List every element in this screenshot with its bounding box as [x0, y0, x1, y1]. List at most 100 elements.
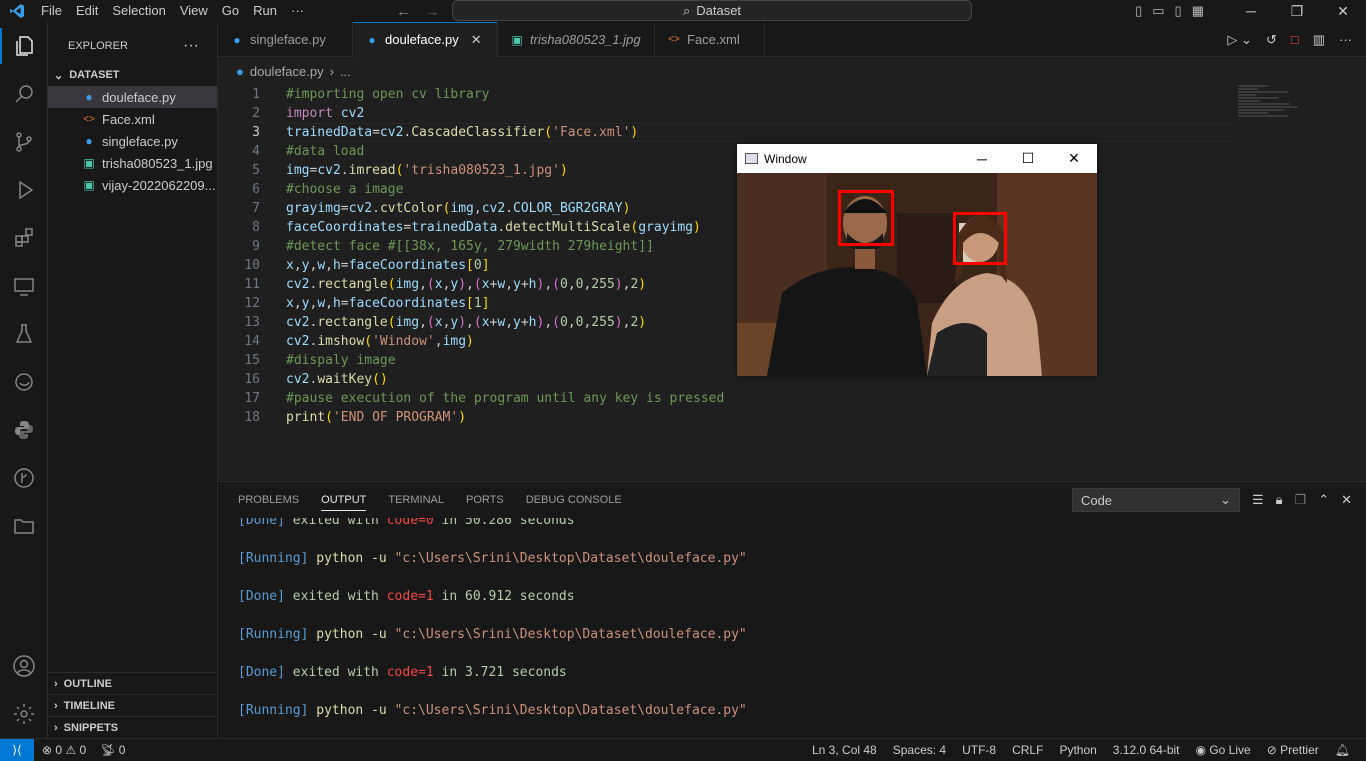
- editor-tab[interactable]: ▣ trisha080523_1.jpg: [498, 22, 655, 57]
- editor-tab[interactable]: ● douleface.py ✕: [353, 22, 498, 57]
- clear-output-icon[interactable]: ☰: [1252, 492, 1264, 508]
- output-path: "c:\Users\Srini\Desktop\Dataset\doulefac…: [394, 627, 747, 642]
- explorer-icon[interactable]: [0, 22, 48, 70]
- file-item[interactable]: ▣ trisha080523_1.jpg: [48, 152, 217, 174]
- menu-item-run[interactable]: Run: [246, 3, 284, 18]
- remote-explorer-icon[interactable]: [0, 262, 48, 310]
- edge-icon[interactable]: [0, 358, 48, 406]
- end-of-line[interactable]: CRLF: [1012, 743, 1043, 757]
- tab-label: singleface.py: [250, 32, 326, 47]
- git-graph-icon[interactable]: [0, 454, 48, 502]
- more-actions-icon[interactable]: ···: [1339, 32, 1352, 47]
- remote-indicator-icon[interactable]: ⟩⟨: [0, 739, 34, 761]
- breadcrumb-symbols[interactable]: ...: [340, 64, 351, 79]
- opencv-window-titlebar[interactable]: Window ─ ☐ ✕: [737, 144, 1097, 173]
- breadcrumb-file[interactable]: douleface.py: [250, 64, 324, 79]
- menu-item-more[interactable]: ···: [284, 3, 311, 18]
- split-editor-icon[interactable]: ▥: [1313, 32, 1325, 48]
- run-debug-icon[interactable]: [0, 166, 48, 214]
- folder-dataset[interactable]: ⌄ DATASET: [48, 64, 217, 86]
- editor-tab[interactable]: <> Face.xml: [655, 22, 765, 57]
- output-text: exited with: [284, 518, 387, 528]
- sidebar-bottom-sections: › OUTLINE › TIMELINE › SNIPPETS: [48, 672, 218, 738]
- project-manager-icon[interactable]: [0, 502, 48, 550]
- menu-item-selection[interactable]: Selection: [105, 3, 172, 18]
- stop-icon[interactable]: □: [1291, 32, 1299, 47]
- line-number: 12: [244, 296, 260, 311]
- code-text: import cv2: [286, 106, 365, 121]
- language-mode[interactable]: Python: [1059, 743, 1096, 757]
- window-maximize-button[interactable]: ☐: [1005, 144, 1051, 173]
- python-icon: ●: [236, 63, 244, 79]
- section-snippets[interactable]: › SNIPPETS: [48, 716, 218, 738]
- menu-item-go[interactable]: Go: [215, 3, 246, 18]
- toggle-sidebar-icon[interactable]: ▯: [1135, 3, 1142, 19]
- menu-item-view[interactable]: View: [173, 3, 215, 18]
- minimap[interactable]: [1238, 85, 1298, 125]
- open-output-in-editor-icon[interactable]: ❐: [1295, 492, 1307, 508]
- notifications-bell-icon[interactable]: 🔔︎: [1335, 743, 1350, 757]
- ports-indicator[interactable]: 📡︎ 0: [100, 743, 125, 757]
- prettier-button[interactable]: ⊘ Prettier: [1267, 743, 1319, 757]
- open-changes-icon[interactable]: ↺: [1266, 32, 1277, 48]
- menu-item-file[interactable]: File: [34, 3, 69, 18]
- file-list: ● douleface.py <> Face.xml ● singleface.py ▣ tr…: [48, 86, 217, 196]
- run-python-file-icon[interactable]: ▷ ⌄: [1227, 32, 1252, 48]
- xml-icon: <>: [668, 34, 680, 45]
- encoding[interactable]: UTF-8: [962, 743, 996, 757]
- image-icon: ▣: [83, 178, 95, 192]
- output-code: code=1: [386, 665, 434, 680]
- close-panel-icon[interactable]: ✕: [1341, 492, 1352, 508]
- command-center-search[interactable]: ⌕ Dataset: [452, 0, 972, 21]
- restore-button[interactable]: ❐: [1274, 3, 1320, 20]
- menu-item-edit[interactable]: Edit: [69, 3, 105, 18]
- file-item[interactable]: ▣ vijay-2022062209...: [48, 174, 217, 196]
- maximize-panel-icon[interactable]: ⌃: [1318, 492, 1329, 508]
- file-name: vijay-2022062209...: [102, 177, 216, 193]
- testing-icon[interactable]: [0, 310, 48, 358]
- panel-tab-debug-console[interactable]: DEBUG CONSOLE: [526, 494, 622, 506]
- window-close-button[interactable]: ✕: [1051, 144, 1097, 173]
- python-icon[interactable]: [0, 406, 48, 454]
- search-icon[interactable]: [0, 70, 48, 118]
- source-control-icon[interactable]: [0, 118, 48, 166]
- panel-tab-terminal[interactable]: TERMINAL: [388, 494, 444, 506]
- code-text: grayimg=cv2.cvtColor(img,cv2.COLOR_BGR2G…: [286, 201, 631, 216]
- cursor-position[interactable]: Ln 3, Col 48: [812, 743, 877, 757]
- window-minimize-button[interactable]: ─: [959, 144, 1005, 173]
- output-line: [Done] exited with code=1 in 60.912 seco…: [238, 587, 747, 606]
- output-viewport[interactable]: [Done] exited with code=0 in 50.286 seco…: [218, 518, 1366, 739]
- menu-bar: File Edit Selection View Go Run ···: [34, 0, 311, 22]
- output-channel-select[interactable]: Code ⌄: [1071, 488, 1240, 512]
- indentation[interactable]: Spaces: 4: [893, 743, 946, 757]
- more-actions-icon[interactable]: ···: [183, 37, 199, 55]
- minimize-button[interactable]: ─: [1228, 3, 1274, 19]
- panel-tab-problems[interactable]: PROBLEMS: [238, 494, 299, 506]
- file-item[interactable]: ● douleface.py: [48, 86, 217, 108]
- section-timeline[interactable]: › TIMELINE: [48, 694, 218, 716]
- extensions-icon[interactable]: [0, 214, 48, 262]
- forward-arrow-icon[interactable]: →: [425, 3, 440, 20]
- toggle-panel-icon[interactable]: ▭: [1152, 3, 1164, 19]
- code-text: trainedData=cv2.CascadeClassifier('Face.…: [286, 125, 639, 140]
- section-outline[interactable]: › OUTLINE: [48, 672, 218, 694]
- account-icon[interactable]: [0, 642, 48, 690]
- file-item[interactable]: ● singleface.py: [48, 130, 217, 152]
- editor-tab[interactable]: ● singleface.py: [218, 22, 353, 57]
- back-arrow-icon[interactable]: ←: [396, 3, 411, 20]
- close-tab-icon[interactable]: ✕: [471, 32, 482, 48]
- line-number: 8: [252, 220, 260, 235]
- toggle-secondary-sidebar-icon[interactable]: ▯: [1175, 3, 1182, 19]
- python-interpreter[interactable]: 3.12.0 64-bit: [1113, 743, 1180, 757]
- file-item[interactable]: <> Face.xml: [48, 108, 217, 130]
- customize-layout-icon[interactable]: ▦: [1192, 3, 1204, 19]
- go-live-button[interactable]: ◉ Go Live: [1196, 743, 1251, 757]
- manage-gear-icon[interactable]: [0, 690, 48, 738]
- problems-indicator[interactable]: ⊗ 0 ⚠ 0: [42, 743, 86, 757]
- xml-icon: <>: [83, 113, 95, 125]
- output-num: 50.286: [465, 518, 512, 528]
- panel-tab-ports[interactable]: PORTS: [466, 494, 504, 506]
- panel-tab-output[interactable]: OUTPUT: [321, 494, 367, 511]
- close-button[interactable]: ✕: [1320, 3, 1366, 20]
- lock-scroll-icon[interactable]: 🔒︎: [1276, 492, 1283, 508]
